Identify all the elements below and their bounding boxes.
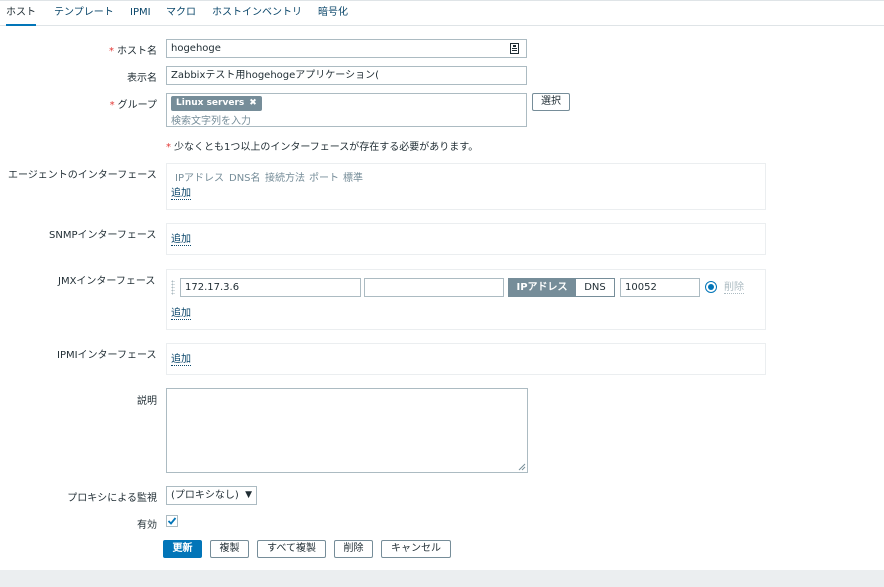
full-clone-button[interactable]: すべて複製 xyxy=(257,540,326,558)
hostname-label: * ホスト名 xyxy=(109,46,157,57)
agent-interfaces-label: エージェントのインターフェース xyxy=(8,170,157,181)
ipmi-add-link[interactable]: 追加 xyxy=(171,354,191,366)
drag-handle-icon[interactable] xyxy=(171,280,175,295)
snmp-interfaces-panel: 追加 xyxy=(166,223,766,255)
visible-name-input[interactable]: Zabbixテスト用hogehogeアプリケーション( xyxy=(166,66,527,85)
ipmi-interfaces-panel: 追加 xyxy=(166,343,766,375)
groups-multiselect[interactable]: Linux servers ✖ 検索文字列を入力 xyxy=(166,93,527,127)
jmx-remove-link[interactable]: 削除 xyxy=(724,282,744,294)
column-default: 標準 xyxy=(343,173,363,184)
description-label: 説明 xyxy=(137,396,157,407)
jmx-add-link[interactable]: 追加 xyxy=(171,308,191,320)
jmx-dns-input[interactable] xyxy=(364,278,504,297)
interface-required-notice: * 少なくとも1つ以上のインターフェースが存在する必要があります。 xyxy=(166,142,479,153)
hostname-input[interactable]: hogehoge xyxy=(166,39,527,58)
enabled-checkbox[interactable] xyxy=(166,515,178,527)
jmx-connect-ip-toggle[interactable]: IPアドレス xyxy=(508,278,576,297)
cancel-button[interactable]: キャンセル xyxy=(381,540,451,558)
footer-bar xyxy=(0,570,884,587)
tab-ipmi[interactable]: IPMI xyxy=(130,4,151,26)
group-tag: Linux servers ✖ xyxy=(171,96,262,111)
checkmark-icon xyxy=(167,517,177,525)
delete-button[interactable]: 削除 xyxy=(334,540,373,558)
groups-select-button[interactable]: 選択 xyxy=(532,93,570,111)
tab-macros[interactable]: マクロ xyxy=(166,4,196,26)
groups-search-placeholder[interactable]: 検索文字列を入力 xyxy=(171,112,251,127)
proxy-label: プロキシによる監視 xyxy=(67,493,157,504)
close-icon[interactable]: ✖ xyxy=(249,98,257,108)
agent-add-link[interactable]: 追加 xyxy=(171,188,191,200)
jmx-default-radio[interactable] xyxy=(705,281,717,293)
tab-bar: ホスト テンプレート IPMI マクロ ホストインベントリ 暗号化 xyxy=(0,4,884,26)
column-port: ポート xyxy=(309,173,339,184)
caret-down-icon: ▼ xyxy=(245,490,252,500)
column-connect: 接続方法 xyxy=(265,173,305,184)
groups-label: * グループ xyxy=(109,100,157,111)
jmx-interfaces-panel: 172.17.3.6 IPアドレス DNS 10052 削除 追加 xyxy=(166,269,766,330)
visible-name-label: 表示名 xyxy=(127,73,157,84)
tab-encryption[interactable]: 暗号化 xyxy=(318,4,348,26)
update-button[interactable]: 更新 xyxy=(163,540,202,558)
clone-button[interactable]: 複製 xyxy=(210,540,249,558)
jmx-interfaces-label: JMXインターフェース xyxy=(58,276,156,287)
tab-host[interactable]: ホスト xyxy=(6,4,36,26)
jmx-connect-dns-toggle[interactable]: DNS xyxy=(575,278,615,297)
agent-interfaces-panel: IPアドレス DNS名 接続方法 ポート 標準 追加 xyxy=(166,163,766,210)
description-textarea[interactable] xyxy=(166,388,528,473)
jmx-ip-input[interactable]: 172.17.3.6 xyxy=(180,278,361,297)
snmp-add-link[interactable]: 追加 xyxy=(171,234,191,246)
jmx-port-input[interactable]: 10052 xyxy=(620,278,700,297)
snmp-interfaces-label: SNMPインターフェース xyxy=(49,230,157,241)
proxy-select[interactable]: (プロキシなし) ▼ xyxy=(166,486,257,505)
tab-host-inventory[interactable]: ホストインベントリ xyxy=(212,4,302,26)
column-ip: IPアドレス xyxy=(175,173,224,184)
resize-handle-icon[interactable] xyxy=(518,463,526,471)
enabled-label: 有効 xyxy=(137,520,157,531)
id-card-icon xyxy=(510,43,519,54)
tab-templates[interactable]: テンプレート xyxy=(54,4,114,26)
ipmi-interfaces-label: IPMIインターフェース xyxy=(57,350,157,361)
column-dns: DNS名 xyxy=(229,173,261,184)
